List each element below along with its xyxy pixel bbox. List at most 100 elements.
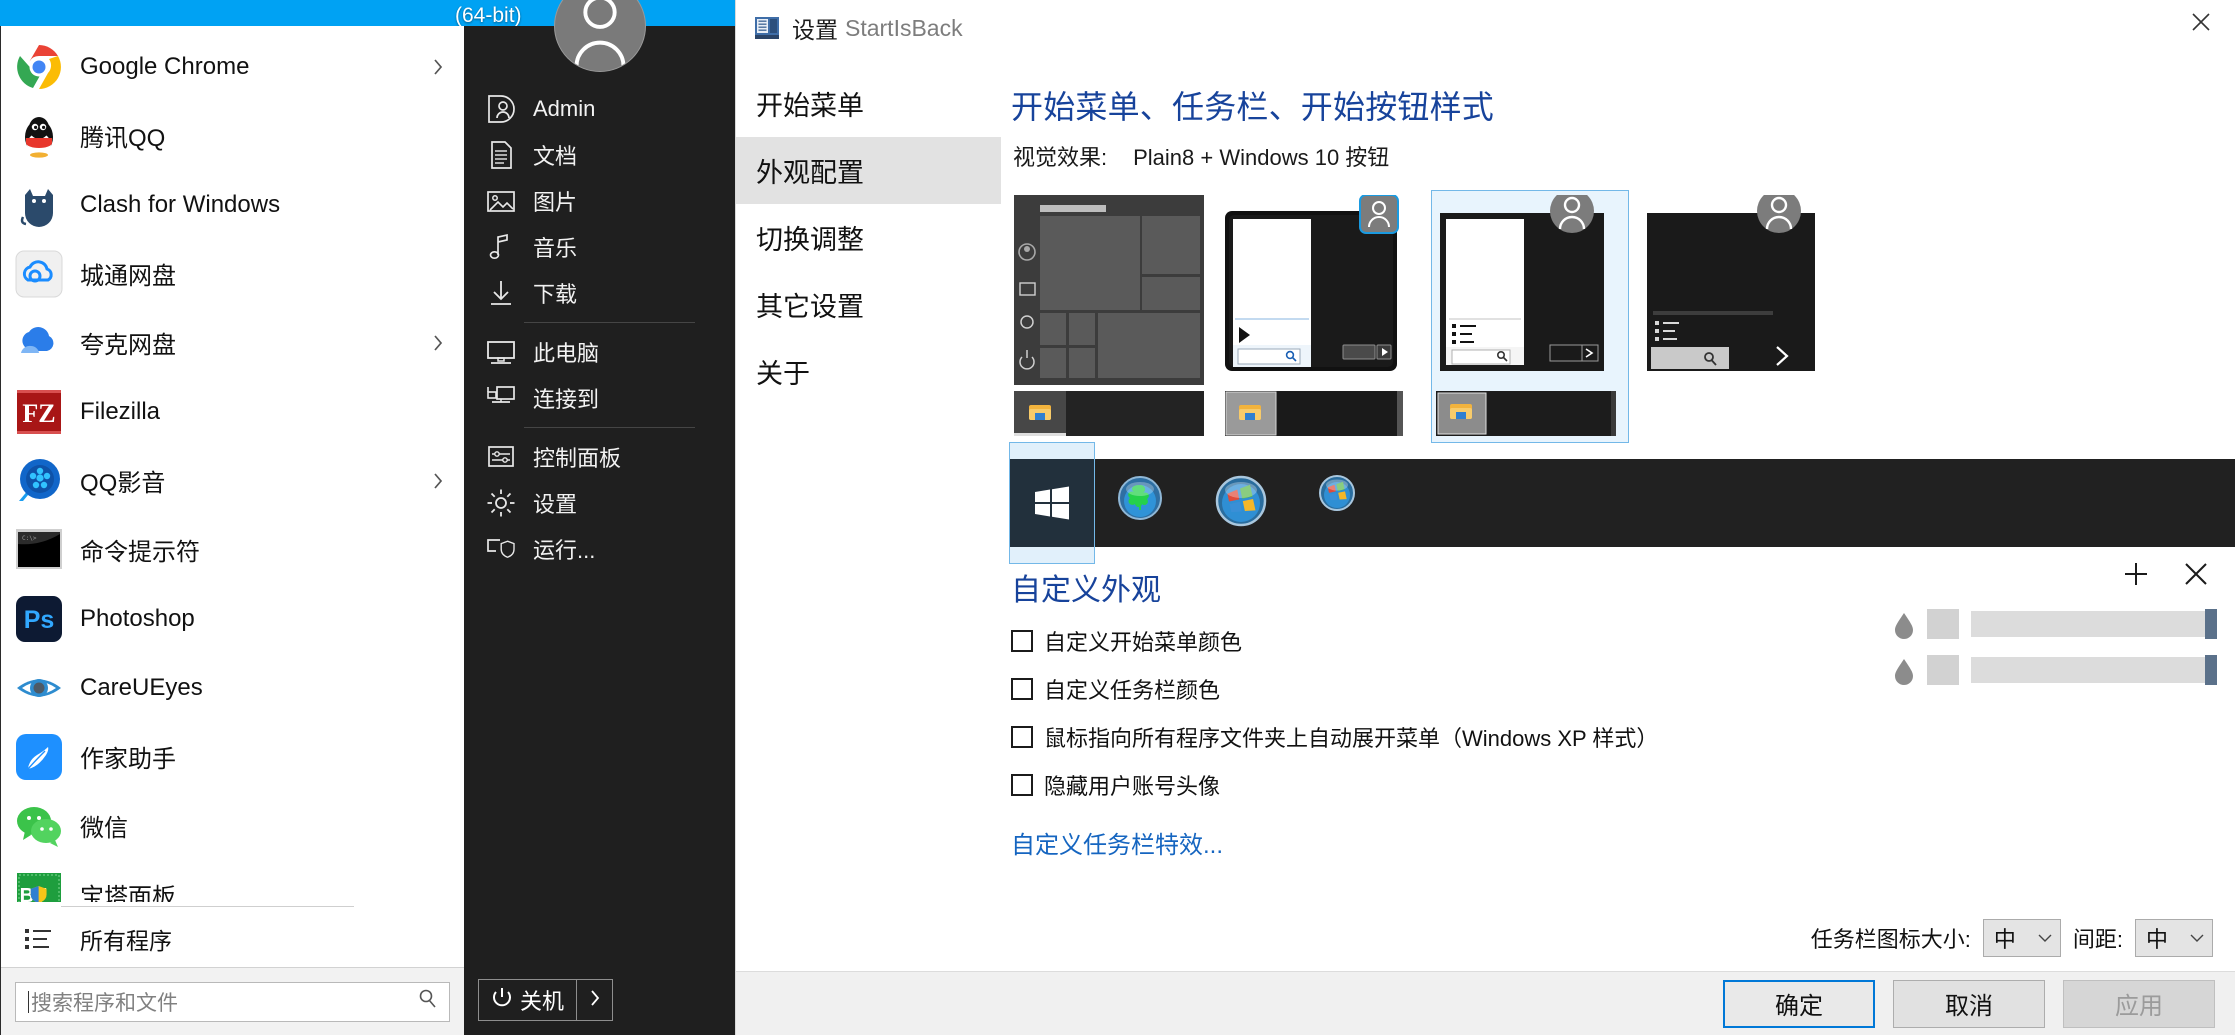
checkbox-label: 鼠标指向所有程序文件夹上自动展开菜单（Windows XP 样式）: [1044, 726, 1659, 751]
program-label: 夸克网盘: [80, 332, 176, 359]
page-title: 开始菜单、任务栏、开始按钮样式: [1011, 89, 1495, 125]
user-avatar-icon: [553, 0, 646, 72]
program-item[interactable]: 微信: [1, 791, 464, 860]
writer-icon: [15, 733, 63, 781]
slider-track[interactable]: [1971, 609, 2217, 639]
orb-windows-icon[interactable]: [1215, 475, 1267, 532]
program-item[interactable]: 夸克网盘: [1, 308, 464, 377]
icon-size-value: 中: [1993, 927, 2016, 952]
music-note-icon: [486, 232, 516, 262]
chevron-right-icon[interactable]: [432, 333, 444, 353]
places-item-label: 运行...: [533, 538, 596, 563]
nav-item-1[interactable]: 外观配置: [736, 137, 1001, 204]
nav-item-2[interactable]: 切换调整: [736, 204, 1001, 271]
chevron-right-icon[interactable]: [432, 57, 444, 77]
style-preview-list: [1009, 189, 2235, 443]
places-item-1[interactable]: 文档: [464, 132, 735, 178]
program-item[interactable]: Ps Photoshop: [1, 584, 464, 653]
shutdown-area: 关机: [464, 965, 735, 1035]
program-label: QQ影音: [80, 470, 166, 497]
program-item[interactable]: QQ影音: [1, 446, 464, 515]
nav-item-4[interactable]: 关于: [736, 338, 1001, 405]
icon-size-label: 任务栏图标大小:: [1810, 927, 1971, 952]
download-icon: [486, 278, 516, 308]
start-button-option-windows10[interactable]: [1009, 442, 1095, 564]
divider: [61, 905, 354, 907]
customize-taskbar-effects-link[interactable]: 自定义任务栏特效...: [1011, 825, 2235, 860]
program-label: 命令提示符: [80, 539, 200, 566]
custom-appearance-heading: 自定义外观: [1011, 574, 1161, 607]
text-caret: [28, 990, 29, 1013]
places-item-3[interactable]: 音乐: [464, 224, 735, 270]
visual-effect-label: 视觉效果:: [1013, 145, 1108, 170]
places-item-2[interactable]: 图片: [464, 178, 735, 224]
program-label: 腾讯QQ: [80, 125, 166, 152]
color-swatch[interactable]: [1927, 655, 1959, 685]
computer-icon: [486, 337, 516, 367]
style-preview-plain8[interactable]: [1431, 189, 1629, 443]
close-x-icon[interactable]: [2181, 559, 2211, 594]
places-item-7[interactable]: 控制面板: [464, 434, 735, 480]
program-item[interactable]: 作家助手: [1, 722, 464, 791]
checkbox[interactable]: [1011, 774, 1033, 796]
shutdown-button[interactable]: 关机: [479, 980, 576, 1020]
style-preview-aero-glass[interactable]: [1220, 190, 1418, 443]
dialog-footer: 确定 取消 应用: [736, 971, 2235, 1035]
places-item-9[interactable]: 运行...: [464, 526, 735, 572]
program-item[interactable]: FZ Filezilla: [1, 377, 464, 446]
slider-thumb[interactable]: [2205, 609, 2217, 639]
search-input[interactable]: 搜索程序和文件: [15, 981, 450, 1022]
program-item[interactable]: 城通网盘: [1, 239, 464, 308]
chevron-right-icon[interactable]: [432, 471, 444, 491]
program-item[interactable]: BT 宝塔面板: [1, 860, 464, 902]
checkbox-row-3[interactable]: 隐藏用户账号头像: [1011, 769, 2235, 801]
checkbox-label: 自定义任务栏颜色: [1044, 678, 1221, 703]
orb-small-windows-icon[interactable]: [1319, 474, 1355, 532]
shutdown-button-group[interactable]: 关机: [478, 979, 614, 1021]
all-programs-item[interactable]: 所有程序: [1, 911, 464, 967]
places-item-6[interactable]: 连接到: [464, 375, 735, 421]
places-item-5[interactable]: 此电脑: [464, 329, 735, 375]
program-item[interactable]: 腾讯QQ: [1, 101, 464, 170]
taskbar-color-slider[interactable]: [1893, 655, 2217, 685]
qq-icon: [15, 112, 63, 160]
style-preview-modern-tiles[interactable]: [1009, 190, 1207, 443]
checkbox[interactable]: [1011, 726, 1033, 748]
places-item-4[interactable]: 下载: [464, 270, 735, 316]
startisback-icon: [754, 15, 780, 41]
checkbox-row-2[interactable]: 鼠标指向所有程序文件夹上自动展开菜单（Windows XP 样式）: [1011, 721, 2235, 753]
window-title-bar[interactable]: 设置 StartIsBack: [736, 0, 2235, 56]
style-preview-dark-flat[interactable]: [1642, 189, 1840, 443]
dialog-body: 开始菜单 外观配置 切换调整 其它设置 关于 开始菜单、任务栏、开始按钮样式 视觉效果:…: [736, 56, 2235, 971]
ok-button[interactable]: 确定: [1723, 979, 1875, 1028]
qqplayer-icon: [15, 457, 63, 505]
orb-green-icon[interactable]: [1117, 475, 1163, 532]
chevron-down-icon: [2190, 930, 2204, 947]
avatar[interactable]: [553, 0, 646, 72]
slider-track[interactable]: [1971, 655, 2217, 685]
program-item[interactable]: Google Chrome: [1, 32, 464, 101]
visual-effect-row: 视觉效果: Plain8 + Windows 10 按钮: [1013, 140, 2235, 172]
program-item[interactable]: C:\> 命令提示符: [1, 515, 464, 584]
program-label: 宝塔面板: [80, 884, 176, 902]
color-swatch[interactable]: [1927, 609, 1959, 639]
shutdown-options-button[interactable]: [576, 980, 612, 1020]
places-item-0[interactable]: Admin: [464, 86, 735, 132]
places-item-8[interactable]: 设置: [464, 480, 735, 526]
program-item[interactable]: Clash for Windows: [1, 170, 464, 239]
close-button[interactable]: [2167, 0, 2235, 48]
nav-item-3[interactable]: 其它设置: [736, 271, 1001, 338]
plus-icon[interactable]: [2121, 559, 2151, 594]
spacing-value: 中: [2146, 927, 2169, 952]
checkbox[interactable]: [1011, 678, 1033, 700]
spacing-select[interactable]: 中: [2135, 919, 2213, 957]
cancel-button[interactable]: 取消: [1893, 979, 2045, 1028]
start-menu-right-pane: Admin 文档 图片 音乐 下载此电脑 连接到控制面板 设置运行... 关机: [464, 0, 735, 1035]
start-menu-color-slider[interactable]: [1893, 609, 2217, 639]
checkbox[interactable]: [1011, 630, 1033, 652]
slider-thumb[interactable]: [2205, 655, 2217, 685]
control-panel-icon: [486, 442, 516, 472]
nav-item-0[interactable]: 开始菜单: [736, 70, 1001, 137]
icon-size-select[interactable]: 中: [1982, 919, 2061, 957]
program-item[interactable]: CareUEyes: [1, 653, 464, 722]
